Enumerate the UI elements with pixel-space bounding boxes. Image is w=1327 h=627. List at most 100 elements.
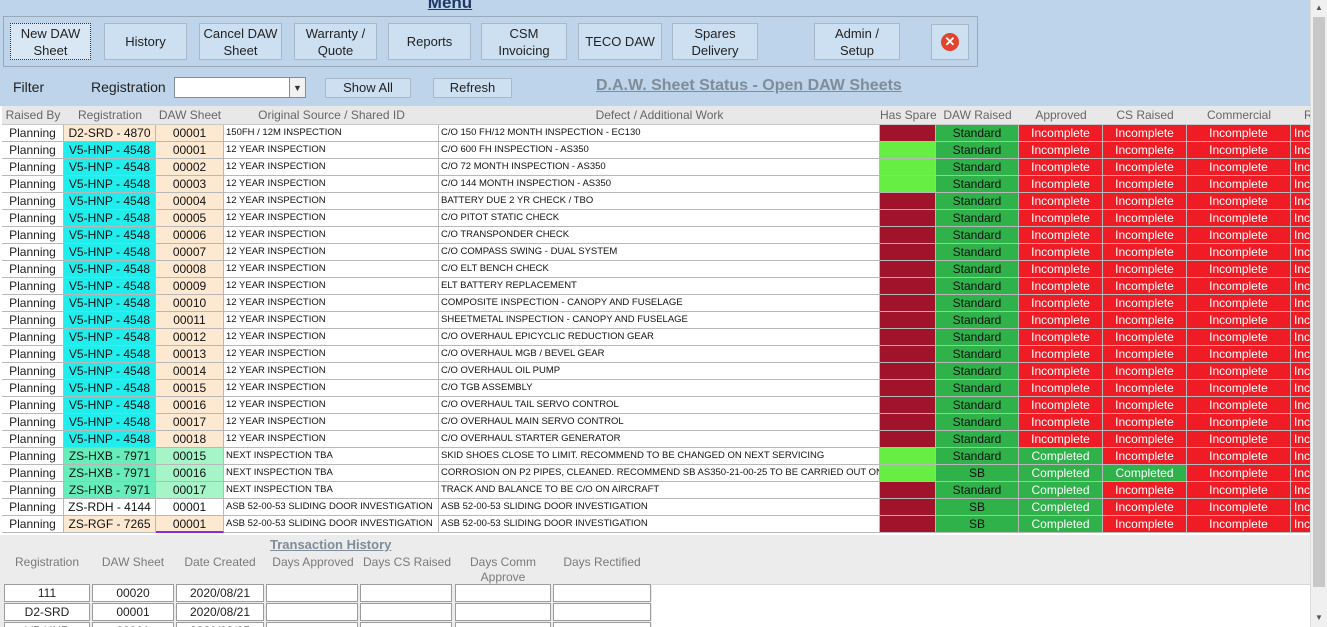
cell-cs-raised[interactable]: Incomplete [1103,414,1187,431]
cell-daw-sheet[interactable]: 00001 [156,125,224,142]
cell-daw-raised[interactable]: Standard [936,244,1019,261]
cell-defect[interactable]: ELT BATTERY REPLACEMENT [439,278,880,295]
cell-cs-raised[interactable]: Incomplete [1103,142,1187,159]
cell-raised-by[interactable]: Planning [2,397,64,414]
cell-approved[interactable]: Incomplete [1019,159,1103,176]
table-row[interactable]: Planning D2-SRD - 4870 00001 150FH / 12M IN… [2,125,1310,142]
cell-approved[interactable]: Incomplete [1019,397,1103,414]
cell-approved[interactable]: Completed [1019,465,1103,482]
cell-raised-by[interactable]: Planning [2,414,64,431]
txn-cell-days-cs-raised[interactable] [360,584,452,602]
cell-approved[interactable]: Incomplete [1019,431,1103,448]
cell-rectified[interactable]: Inc [1291,448,1310,465]
cell-approved[interactable]: Incomplete [1019,176,1103,193]
table-row[interactable]: Planning V5-HNP - 4548 00008 12 YEAR INSPEC… [2,261,1310,278]
cell-daw-sheet[interactable]: 00004 [156,193,224,210]
cancel-daw-sheet-button[interactable]: Cancel DAW Sheet [199,23,282,60]
cell-has-spare[interactable] [880,414,936,431]
cell-rectified[interactable]: Inc [1291,397,1310,414]
table-row[interactable]: Planning V5-HNP - 4548 00018 12 YEAR INSPEC… [2,431,1310,448]
cell-rectified[interactable]: Inc [1291,278,1310,295]
cell-raised-by[interactable]: Planning [2,380,64,397]
cell-source[interactable]: NEXT INSPECTION TBA [224,448,439,465]
refresh-button[interactable]: Refresh [433,78,512,98]
csm-invoicing-button[interactable]: CSM Invoicing [481,23,567,60]
cell-commercial[interactable]: Incomplete [1187,380,1291,397]
cell-registration[interactable]: V5-HNP - 4548 [64,159,156,176]
cell-approved[interactable]: Completed [1019,482,1103,499]
cell-has-spare[interactable] [880,312,936,329]
cell-raised-by[interactable]: Planning [2,312,64,329]
cell-has-spare[interactable] [880,278,936,295]
cell-source[interactable]: 12 YEAR INSPECTION [224,159,439,176]
table-row[interactable]: Planning V5-HNP - 4548 00011 12 YEAR INSPEC… [2,312,1310,329]
cell-commercial[interactable]: Incomplete [1187,516,1291,533]
cell-source[interactable]: NEXT INSPECTION TBA [224,482,439,499]
cell-source[interactable]: ASB 52-00-53 SLIDING DOOR INVESTIGATION [224,499,439,516]
table-row[interactable]: Planning V5-HNP - 4548 00016 12 YEAR INSPEC… [2,397,1310,414]
cell-daw-raised[interactable]: SB [936,516,1019,533]
cell-raised-by[interactable]: Planning [2,142,64,159]
cell-daw-sheet[interactable]: 00017 [156,482,224,499]
cell-commercial[interactable]: Incomplete [1187,142,1291,159]
cell-registration[interactable]: ZS-HXB - 7971 [64,448,156,465]
scroll-down-arrow-icon[interactable]: ▼ [1311,610,1327,626]
cell-source[interactable]: 12 YEAR INSPECTION [224,380,439,397]
txn-cell-date-created[interactable]: 2020/08/21 [176,603,264,621]
spares-delivery-button[interactable]: Spares Delivery [672,23,758,60]
cell-commercial[interactable]: Incomplete [1187,244,1291,261]
cell-raised-by[interactable]: Planning [2,261,64,278]
cell-source[interactable]: 150FH / 12M INSPECTION [224,125,439,142]
cell-raised-by[interactable]: Planning [2,465,64,482]
cell-commercial[interactable]: Incomplete [1187,414,1291,431]
cell-cs-raised[interactable]: Incomplete [1103,227,1187,244]
cell-cs-raised[interactable]: Incomplete [1103,397,1187,414]
cell-rectified[interactable]: Inc [1291,142,1310,159]
registration-select[interactable]: ▼ [174,77,306,98]
cell-registration[interactable]: V5-HNP - 4548 [64,397,156,414]
txn-cell-daw-sheet[interactable]: 00020 [92,584,174,602]
table-row[interactable]: Planning V5-HNP - 4548 00003 12 YEAR INSPEC… [2,176,1310,193]
cell-daw-raised[interactable]: Standard [936,329,1019,346]
txn-cell-days-rectified[interactable] [553,622,651,627]
cell-cs-raised[interactable]: Incomplete [1103,244,1187,261]
cell-approved[interactable]: Completed [1019,448,1103,465]
cell-commercial[interactable]: Incomplete [1187,193,1291,210]
cell-source[interactable]: 12 YEAR INSPECTION [224,414,439,431]
cell-rectified[interactable]: Inc [1291,465,1310,482]
cell-rectified[interactable]: Inc [1291,312,1310,329]
cell-raised-by[interactable]: Planning [2,278,64,295]
cell-has-spare[interactable] [880,346,936,363]
cell-raised-by[interactable]: Planning [2,499,64,516]
cell-source[interactable]: 12 YEAR INSPECTION [224,261,439,278]
cell-cs-raised[interactable]: Incomplete [1103,448,1187,465]
txn-cell-registration[interactable]: D2-SRD [4,603,90,621]
cell-rectified[interactable]: Inc [1291,125,1310,142]
table-row[interactable]: Planning ZS-HXB - 7971 00016 NEXT INSPECTIO… [2,465,1310,482]
cell-approved[interactable]: Incomplete [1019,346,1103,363]
cell-daw-raised[interactable]: Standard [936,431,1019,448]
cell-daw-sheet[interactable]: 00017 [156,414,224,431]
cell-daw-sheet[interactable]: 00009 [156,278,224,295]
cell-registration[interactable]: V5-HNP - 4548 [64,329,156,346]
cell-defect[interactable]: SKID SHOES CLOSE TO LIMIT. RECOMMEND TO … [439,448,880,465]
cell-defect[interactable]: C/O 144 MONTH INSPECTION - AS350 [439,176,880,193]
cell-source[interactable]: NEXT INSPECTION TBA [224,465,439,482]
cell-commercial[interactable]: Incomplete [1187,431,1291,448]
cell-has-spare[interactable] [880,210,936,227]
cell-daw-raised[interactable]: Standard [936,448,1019,465]
cell-cs-raised[interactable]: Incomplete [1103,176,1187,193]
cell-rectified[interactable]: Inc [1291,193,1310,210]
cell-cs-raised[interactable]: Incomplete [1103,193,1187,210]
cell-registration[interactable]: V5-HNP - 4548 [64,227,156,244]
cell-has-spare[interactable] [880,244,936,261]
cell-approved[interactable]: Incomplete [1019,227,1103,244]
cell-rectified[interactable]: Inc [1291,261,1310,278]
cell-commercial[interactable]: Incomplete [1187,210,1291,227]
cell-raised-by[interactable]: Planning [2,431,64,448]
cell-has-spare[interactable] [880,516,936,533]
cell-rectified[interactable]: Inc [1291,380,1310,397]
cell-daw-sheet[interactable]: 00001 [156,499,224,516]
cell-daw-raised[interactable]: Standard [936,397,1019,414]
cell-has-spare[interactable] [880,448,936,465]
